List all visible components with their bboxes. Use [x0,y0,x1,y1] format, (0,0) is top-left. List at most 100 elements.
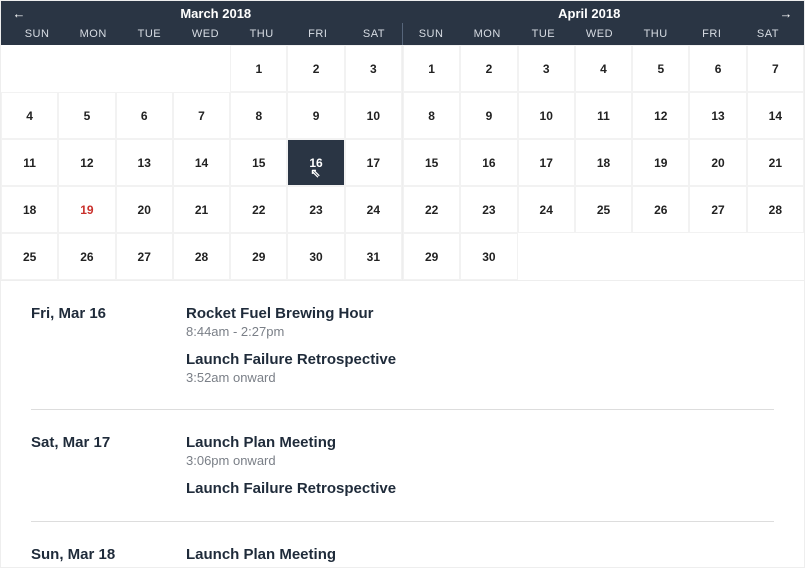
day-cell[interactable]: 3 [345,45,402,92]
agenda-day: Sat, Mar 17Launch Plan Meeting 3:06pm onw… [31,434,774,522]
day-cell[interactable]: 8 [230,92,287,139]
agenda-event[interactable]: Launch Plan Meeting [186,546,774,563]
agenda-events: Launch Plan MeetingLaunch Failure Retros… [186,546,774,567]
day-cell[interactable]: 5 [632,45,689,92]
day-cell[interactable]: 14 [747,92,804,139]
day-cell[interactable]: 11 [1,139,58,186]
day-cell[interactable]: 18 [1,186,58,233]
day-cell[interactable]: 13 [689,92,746,139]
event-time: 3:06pm onward [186,453,774,468]
weekday-label: SUN [403,28,459,40]
day-cell[interactable]: 4 [1,92,58,139]
month-left-title: March 2018 [29,6,403,21]
day-cell[interactable]: 27 [689,186,746,233]
day-cell[interactable]: 22 [230,186,287,233]
day-cell[interactable]: 16⇖ [287,139,344,186]
day-cell[interactable]: 24 [345,186,402,233]
day-cell[interactable]: 2 [287,45,344,92]
day-cell[interactable]: 30 [460,233,517,280]
prev-month-button[interactable]: ← [9,6,29,21]
day-cell[interactable]: 25 [1,233,58,280]
day-cell[interactable]: 30 [287,233,344,280]
agenda-day: Sun, Mar 18Launch Plan MeetingLaunch Fai… [31,546,774,567]
day-cell[interactable]: 26 [632,186,689,233]
day-cell[interactable]: 1 [403,45,460,92]
day-cell[interactable]: 21 [173,186,230,233]
day-cell[interactable]: 14 [173,139,230,186]
agenda-event[interactable]: Rocket Fuel Brewing Hour 8:44am - 2:27pm [186,305,774,339]
day-cell[interactable]: 17 [518,139,575,186]
day-cell[interactable]: 1 [230,45,287,92]
day-cell[interactable]: 9 [287,92,344,139]
event-title: Launch Failure Retrospective [186,351,774,368]
weekday-label: SAT [346,28,402,40]
event-title: Launch Plan Meeting [186,546,774,563]
day-cell[interactable]: 12 [632,92,689,139]
weekday-label: SAT [740,28,796,40]
weekday-label: WED [571,28,627,40]
next-month-button[interactable]: → [776,6,796,21]
agenda-event[interactable]: Launch Failure Retrospective3:52am onwar… [186,351,774,385]
weekday-label: MON [459,28,515,40]
day-cell[interactable]: 31 [345,233,402,280]
day-cell[interactable]: 7 [747,45,804,92]
day-cell[interactable]: 28 [173,233,230,280]
day-cell[interactable]: 4 [575,45,632,92]
day-cell[interactable]: 7 [173,92,230,139]
month-grid-march: 12345678910111213141516⇖1718192021222324… [1,45,402,280]
day-cell[interactable]: 29 [230,233,287,280]
day-cell[interactable]: 15 [230,139,287,186]
day-cell[interactable]: 8 [403,92,460,139]
weekday-label: SUN [9,28,65,40]
day-blank [116,45,173,92]
day-cell[interactable]: 6 [689,45,746,92]
day-cell[interactable]: 3 [518,45,575,92]
day-cell[interactable]: 28 [747,186,804,233]
agenda-event[interactable]: Launch Failure Retrospective [186,480,774,497]
day-blank [1,45,58,92]
day-cell[interactable]: 19 [632,139,689,186]
day-cell[interactable]: 10 [518,92,575,139]
day-cell[interactable]: 22 [403,186,460,233]
agenda-date-label: Fri, Mar 16 [31,305,186,385]
day-cell[interactable]: 24 [518,186,575,233]
event-title: Launch Plan Meeting [186,434,774,451]
event-title: Launch Failure Retrospective [186,480,774,497]
day-cell[interactable]: 23 [460,186,517,233]
event-title: Rocket Fuel Brewing Hour [186,305,774,322]
day-cell[interactable]: 12 [58,139,115,186]
day-cell[interactable]: 20 [116,186,173,233]
day-cell[interactable]: 27 [116,233,173,280]
day-cell[interactable]: 6 [116,92,173,139]
agenda-date-label: Sun, Mar 18 [31,546,186,567]
weekday-label: FRI [290,28,346,40]
day-cell[interactable]: 18 [575,139,632,186]
agenda-events: Rocket Fuel Brewing Hour 8:44am - 2:27pm L… [186,305,774,385]
day-cell[interactable]: 23 [287,186,344,233]
day-cell[interactable]: 5 [58,92,115,139]
day-cell[interactable]: 9 [460,92,517,139]
day-cell[interactable]: 17 [345,139,402,186]
agenda-event[interactable]: Launch Plan Meeting 3:06pm onward [186,434,774,468]
agenda-date-label: Sat, Mar 17 [31,434,186,497]
day-cell[interactable]: 26 [58,233,115,280]
day-cell[interactable]: 16 [460,139,517,186]
event-time: 8:44am - 2:27pm [186,324,774,339]
day-cell[interactable]: 29 [403,233,460,280]
month-right-title: April 2018 [403,6,777,21]
day-cell[interactable]: 13 [116,139,173,186]
day-cell[interactable]: 21 [747,139,804,186]
day-blank [173,45,230,92]
day-cell[interactable]: 2 [460,45,517,92]
calendar-grid: 12345678910111213141516⇖1718192021222324… [1,45,804,281]
agenda-day: Fri, Mar 16Rocket Fuel Brewing Hour 8:44a… [31,305,774,410]
day-cell[interactable]: 10 [345,92,402,139]
weekday-label: FRI [684,28,740,40]
day-cell[interactable]: 20 [689,139,746,186]
month-grid-april: 1234567891011121314151617181920212223242… [403,45,804,280]
day-cell[interactable]: 25 [575,186,632,233]
day-cell[interactable]: 11 [575,92,632,139]
day-cell[interactable]: 19 [58,186,115,233]
weekday-label: TUE [121,28,177,40]
day-cell[interactable]: 15 [403,139,460,186]
